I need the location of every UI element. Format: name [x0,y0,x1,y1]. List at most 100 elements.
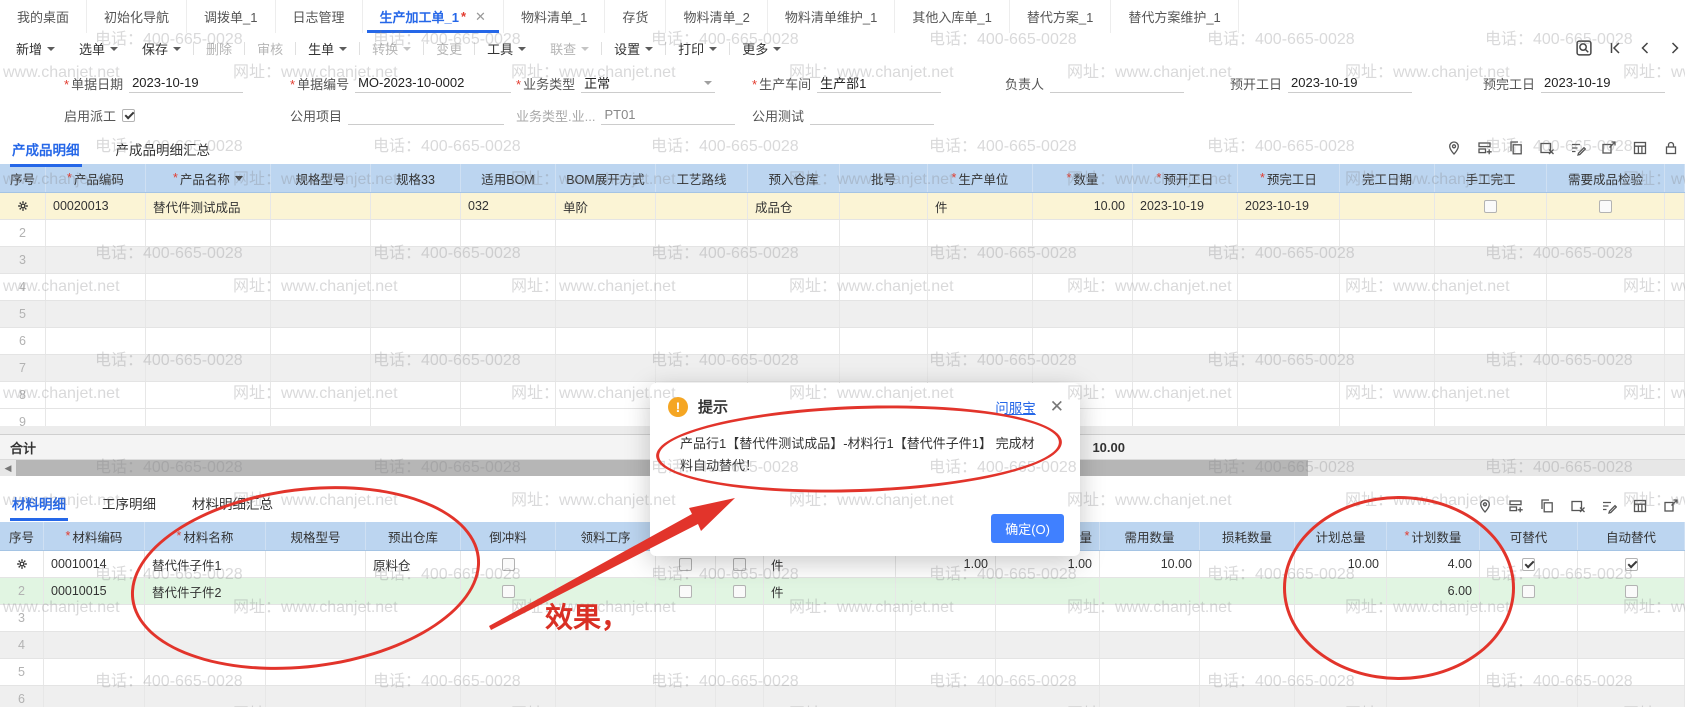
table-cell[interactable]: 替代件测试成品 [146,193,271,219]
table-cell[interactable] [1033,220,1133,246]
table-cell[interactable] [271,274,371,300]
table-cell[interactable] [266,632,366,658]
table-cell[interactable] [1340,382,1435,408]
table-cell[interactable] [44,632,145,658]
table-cell[interactable] [556,632,656,658]
toolbar-button-10[interactable]: 联查 [538,33,601,63]
table-cell[interactable] [1435,328,1547,354]
toolbar-button-13[interactable]: 更多 [730,33,793,63]
toolbar-button-1[interactable]: 新增 [4,33,67,63]
table-cell[interactable] [461,274,556,300]
header-cell[interactable]: 需用数量 [1100,522,1200,550]
field-value[interactable]: 2023-10-19 [1541,72,1665,93]
table-cell[interactable] [366,659,461,685]
table-cell[interactable] [556,551,656,577]
table-cell[interactable] [1340,247,1435,273]
table-cell[interactable] [716,632,764,658]
table-cell[interactable] [371,355,461,381]
table-cell[interactable] [764,659,896,685]
cell-checkbox[interactable] [1625,558,1638,571]
dropdown-caret-icon[interactable] [704,81,712,85]
export-icon[interactable] [1663,498,1679,514]
table-cell[interactable] [1133,301,1238,327]
window-tab-5[interactable]: 生产加工单_1*✕ [363,0,504,33]
table-cell[interactable] [1665,355,1685,381]
location-icon[interactable] [1477,498,1493,514]
table-cell[interactable] [1100,686,1200,707]
table-cell[interactable] [656,578,716,604]
table-cell[interactable] [656,328,748,354]
table-cell[interactable] [840,301,928,327]
table-cell[interactable]: 3 [0,247,46,273]
table-cell[interactable] [1200,659,1295,685]
table-cell[interactable]: 10.00 [1295,551,1387,577]
table-cell[interactable] [840,193,928,219]
table-cell[interactable]: 2 [0,578,44,604]
table-cell[interactable] [1665,247,1685,273]
table-cell[interactable] [1665,382,1685,408]
table-cell[interactable] [716,605,764,631]
header-cell[interactable]: *预完工日 [1238,164,1340,192]
window-tab-3[interactable]: 调拨单_1 [187,0,275,33]
table-cell[interactable] [1547,274,1665,300]
copy-icon[interactable] [1508,140,1524,156]
table-cell[interactable]: 单阶 [556,193,656,219]
table-cell[interactable] [1295,578,1387,604]
cell-checkbox[interactable] [1625,585,1638,598]
table-cell[interactable]: 原料仓 [366,551,461,577]
table-cell[interactable] [461,605,556,631]
table-cell[interactable] [271,220,371,246]
table-cell[interactable] [1547,301,1665,327]
field-value[interactable]: 正常 [581,72,715,93]
table-cell[interactable] [1295,659,1387,685]
table-cell[interactable] [366,632,461,658]
table-cell[interactable] [748,247,840,273]
table-cell[interactable] [1480,659,1578,685]
table-cell[interactable] [656,605,716,631]
toolbar-button-8[interactable]: 变更 [424,33,474,63]
table-cell[interactable] [1033,247,1133,273]
table-cell[interactable] [44,659,145,685]
table-cell[interactable] [656,632,716,658]
table-cell[interactable] [1238,301,1340,327]
table-cell[interactable] [461,301,556,327]
table-cell[interactable] [46,220,146,246]
table-cell[interactable] [1100,578,1200,604]
table-cell[interactable]: 7 [0,355,46,381]
table-cell[interactable] [656,355,748,381]
cell-checkbox[interactable] [502,585,515,598]
table-cell[interactable] [1547,382,1665,408]
table-cell[interactable] [1340,193,1435,219]
table-cell[interactable] [266,605,366,631]
insert-row-icon[interactable] [1477,140,1493,156]
table-cell[interactable] [145,659,266,685]
header-cell[interactable]: *计划数量 [1387,522,1480,550]
table-cell[interactable] [556,355,656,381]
toolbar-button-7[interactable]: 转换 [360,33,423,63]
table-cell[interactable] [556,578,656,604]
table-cell[interactable] [928,355,1033,381]
table-cell[interactable] [1578,632,1685,658]
table-cell[interactable] [1480,551,1578,577]
table-cell[interactable] [371,328,461,354]
scroll-left-arrow-icon[interactable]: ◀ [0,460,16,476]
table-cell[interactable] [896,578,996,604]
window-tab-11[interactable]: 替代方案_1 [1010,0,1111,33]
table-cell[interactable] [1133,382,1238,408]
table-cell[interactable] [1578,686,1685,707]
grid-settings-icon[interactable] [1632,140,1648,156]
table-cell[interactable] [996,659,1100,685]
header-cell[interactable]: *材料编码 [44,522,145,550]
table-cell[interactable] [1578,551,1685,577]
table-cell[interactable]: 4.00 [1387,551,1480,577]
cell-checkbox[interactable] [733,558,746,571]
table-cell[interactable] [1295,605,1387,631]
header-cell[interactable]: 完工日期 [1340,164,1435,192]
table-cell[interactable] [1340,301,1435,327]
table-cell[interactable] [146,355,271,381]
tab-close-icon[interactable]: ✕ [475,9,486,25]
table-cell[interactable]: 10.00 [1100,551,1200,577]
table-cell[interactable]: 00010014 [44,551,145,577]
material-tab-2[interactable]: 工序明细 [100,488,158,521]
table-cell[interactable] [1100,605,1200,631]
